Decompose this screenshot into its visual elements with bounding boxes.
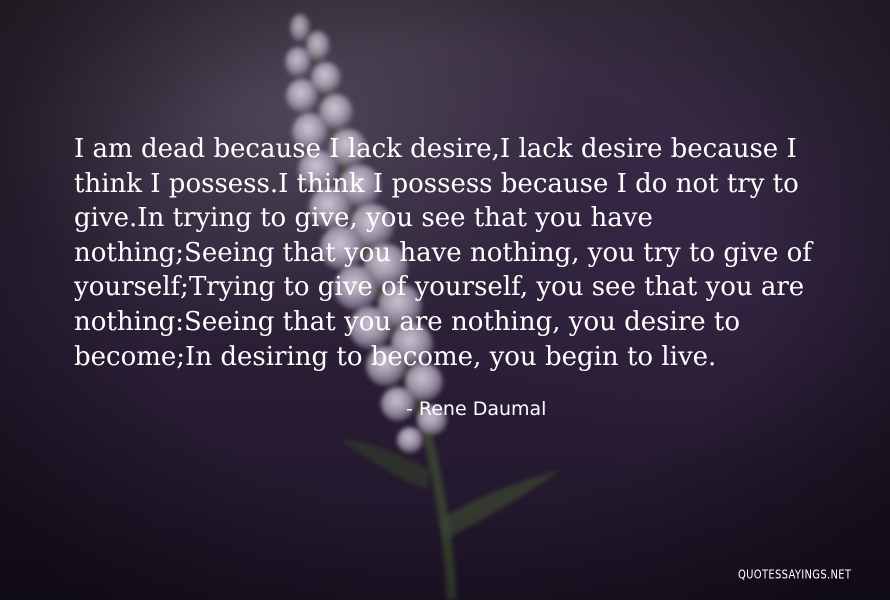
site-watermark: QUOTESSAYINGS.NET — [738, 569, 852, 583]
quote-image: I am dead because I lack desire,I lack d… — [0, 0, 890, 600]
quote-author: - Rene Daumal — [406, 398, 547, 420]
quote-text: I am dead because I lack desire,I lack d… — [74, 134, 812, 372]
